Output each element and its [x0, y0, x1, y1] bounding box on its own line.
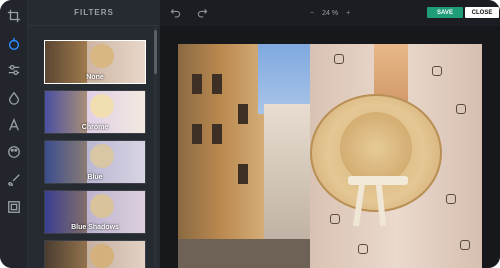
scroll-thumb[interactable]: [154, 30, 157, 74]
crop-icon[interactable]: [4, 6, 24, 26]
tool-rail: [0, 0, 28, 268]
frame-icon[interactable]: [4, 197, 24, 217]
filter-item-partial[interactable]: [44, 240, 146, 268]
photo-editor-window: FILTERS None Chrome Blue Blue Shadows − …: [0, 0, 500, 268]
building-left: [178, 44, 268, 268]
filter-item-chrome[interactable]: Chrome: [44, 90, 146, 134]
filter-thumbnail: [45, 241, 145, 268]
filter-label: Chrome: [81, 124, 109, 131]
filter-item-none[interactable]: None: [44, 40, 146, 84]
filter-label: Blue: [87, 174, 103, 181]
filter-label: Blue Shadows: [71, 224, 119, 231]
zoom-control: − 24 % +: [310, 7, 350, 19]
photo-preview[interactable]: [178, 44, 482, 268]
redo-icon[interactable]: [194, 5, 210, 21]
straw-hat-crown: [340, 112, 412, 184]
adjust-icon[interactable]: [4, 60, 24, 80]
close-button[interactable]: CLOSE: [465, 7, 499, 18]
zoom-out-button[interactable]: −: [310, 10, 314, 17]
save-button[interactable]: SAVE: [427, 7, 463, 18]
undo-icon[interactable]: [167, 5, 183, 21]
text-icon[interactable]: [4, 115, 24, 135]
filter-label: None: [86, 74, 104, 81]
panel-title: FILTERS: [28, 0, 160, 26]
brush-icon[interactable]: [4, 170, 24, 190]
zoom-value: 24 %: [322, 9, 339, 17]
filter-item-blue-shadows[interactable]: Blue Shadows: [44, 190, 146, 234]
top-toolbar: − 24 % + SAVE CLOSE: [160, 0, 500, 26]
image-canvas[interactable]: [160, 26, 500, 268]
filter-item-blue[interactable]: Blue: [44, 140, 146, 184]
filter-icon[interactable]: [4, 34, 24, 54]
filters-scrollbar[interactable]: [154, 26, 157, 268]
palette-icon[interactable]: [4, 142, 24, 162]
zoom-in-button[interactable]: +: [346, 10, 350, 17]
street: [178, 239, 328, 268]
drop-icon[interactable]: [4, 88, 24, 108]
